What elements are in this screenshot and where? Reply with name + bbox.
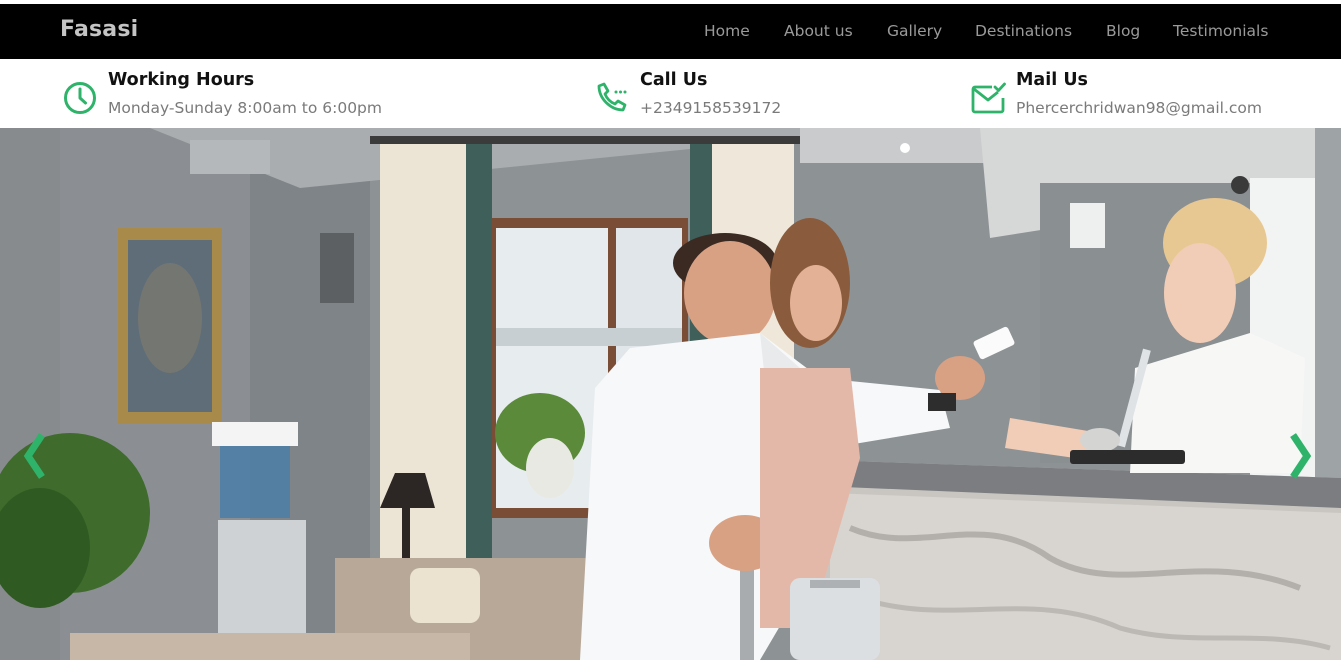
hotel-reception-photo <box>0 128 1341 660</box>
working-hours-title: Working Hours <box>108 70 255 90</box>
contact-info-bar: Working Hours Monday-Sunday 8:00am to 6:… <box>0 59 1341 128</box>
hero-carousel <box>0 128 1341 660</box>
mail-check-icon <box>970 81 1006 117</box>
mail-us-block: Mail Us Phercerchridwan98@gmail.com <box>968 59 1288 128</box>
nav-gallery[interactable]: Gallery <box>887 22 942 40</box>
working-hours-text: Monday-Sunday 8:00am to 6:00pm <box>108 99 382 117</box>
call-us-block: Call Us +2349158539172 <box>592 59 852 128</box>
mail-us-text[interactable]: Phercerchridwan98@gmail.com <box>1016 99 1262 117</box>
brand-logo[interactable]: Fasasi <box>60 17 138 42</box>
chevron-left-icon <box>23 433 45 479</box>
mail-us-title: Mail Us <box>1016 70 1088 90</box>
chevron-right-icon <box>1290 433 1312 479</box>
call-us-title: Call Us <box>640 70 708 90</box>
nav-about-us[interactable]: About us <box>784 22 853 40</box>
working-hours-block: Working Hours Monday-Sunday 8:00am to 6:… <box>60 59 420 128</box>
navbar: Fasasi Home About us Gallery Destination… <box>0 4 1341 59</box>
nav-blog[interactable]: Blog <box>1106 22 1140 40</box>
call-us-text[interactable]: +2349158539172 <box>640 99 781 117</box>
carousel-next-button[interactable] <box>1285 432 1315 480</box>
nav-home[interactable]: Home <box>704 22 750 40</box>
nav-testimonials[interactable]: Testimonials <box>1173 22 1268 40</box>
clock-icon <box>62 80 98 116</box>
carousel-prev-button[interactable] <box>20 432 50 480</box>
nav-destinations[interactable]: Destinations <box>975 22 1072 40</box>
phone-icon <box>593 79 629 115</box>
